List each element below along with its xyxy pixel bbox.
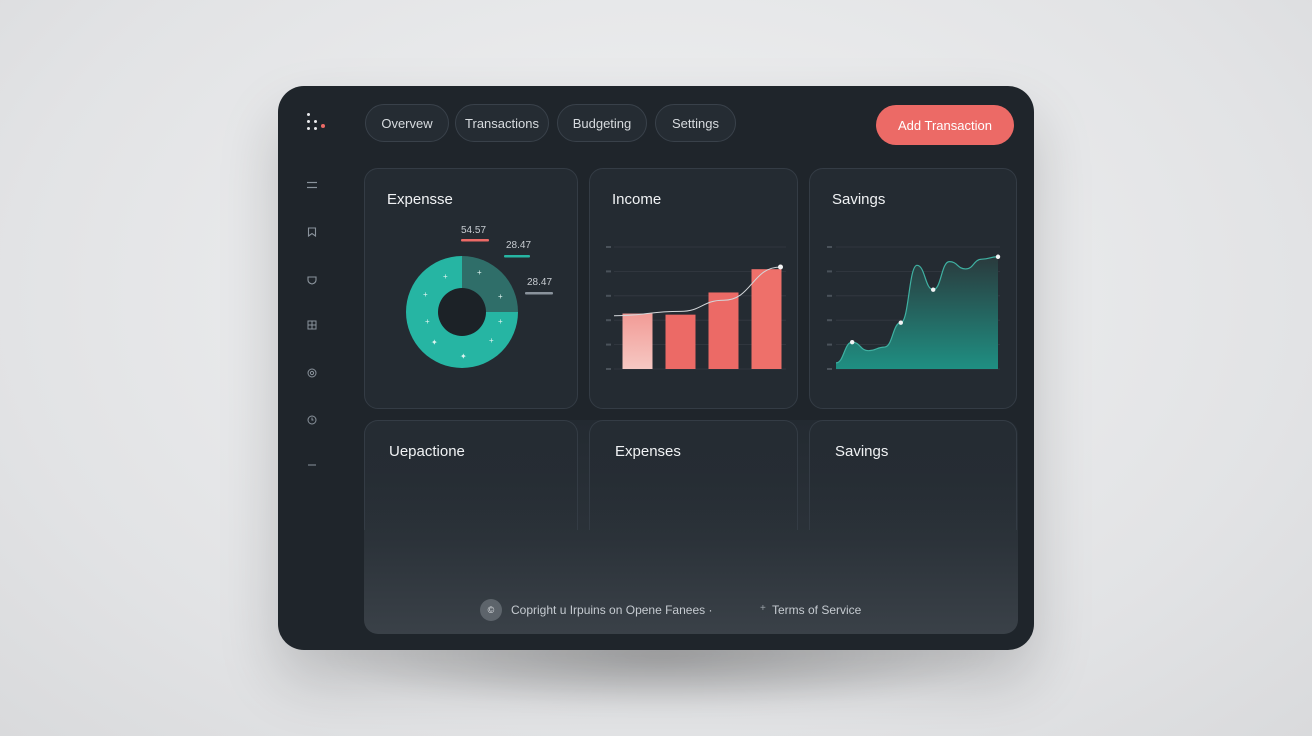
savings-tick [827, 246, 832, 248]
income-tick [606, 368, 611, 370]
expenses-bottom-card-title: Expenses [615, 443, 681, 460]
income-bar-4 [751, 269, 782, 369]
income-tick [606, 270, 611, 273]
income-bar-1 [622, 313, 653, 369]
savings-point [995, 254, 1001, 259]
target-icon[interactable] [304, 365, 320, 381]
transactions-card-title: Uepactione [389, 443, 465, 460]
minus-icon[interactable] [304, 457, 320, 473]
tab-transactions[interactable]: Transactions [455, 104, 549, 142]
income-tick [606, 343, 611, 346]
income-trend-endpoint [778, 264, 783, 270]
savings-area-fill [836, 256, 998, 369]
income-tick [606, 294, 611, 297]
income-card: Income [589, 168, 798, 409]
svg-text:+: + [489, 336, 494, 345]
income-tick [606, 319, 611, 322]
expenses-card: Expensse 54.57 28.47 28.47 + + + + + + ✦ ✦ + [364, 168, 578, 409]
savings-area-chart [827, 246, 1001, 370]
savings-tick [827, 270, 832, 273]
legend-value-3: 28.47 [527, 277, 552, 288]
tab-overview[interactable]: Overvew [365, 104, 449, 142]
legend-swatch-1 [461, 239, 489, 242]
svg-text:+: + [477, 268, 482, 277]
sidebar [278, 86, 348, 650]
bookmark-icon[interactable] [304, 224, 320, 240]
donut-hole [438, 288, 486, 336]
svg-text:+: + [423, 290, 428, 299]
legend-swatch-3 [525, 292, 553, 295]
svg-text:+: + [443, 272, 448, 281]
expenses-bottom-card: Expenses [589, 420, 798, 530]
income-bar-3 [708, 292, 739, 369]
app-window: Overvew Transactions Budgeting Settings … [278, 86, 1034, 650]
add-transaction-button[interactable]: Add Transaction [876, 105, 1014, 145]
transactions-card: Uepactione [364, 420, 578, 530]
income-tick [606, 246, 611, 248]
legend-value-1: 54.57 [461, 225, 486, 236]
svg-text:+: + [498, 317, 503, 326]
copyright-icon: © [480, 599, 502, 621]
footer-separator: + [760, 603, 766, 614]
savings-point [898, 320, 903, 325]
footer-copyright: Copright u Irpuins on Opene Fanees · [511, 603, 713, 617]
svg-text:✦: ✦ [460, 352, 467, 361]
expenses-donut-chart: 54.57 28.47 28.47 + + + + + + ✦ ✦ + [406, 225, 553, 368]
svg-text:+: + [498, 292, 503, 301]
savings-tick [827, 294, 832, 297]
legend-swatch-2 [504, 255, 530, 258]
savings-point [850, 339, 855, 345]
savings-tick [827, 319, 832, 322]
clock-icon[interactable] [304, 412, 320, 428]
income-bar-chart [606, 246, 786, 370]
logo [306, 112, 330, 136]
tab-settings[interactable]: Settings [655, 104, 736, 142]
menu-icon[interactable] [304, 177, 320, 193]
savings-bottom-card-title: Savings [835, 443, 889, 460]
income-bar-2 [665, 314, 696, 369]
savings-card: Savings [809, 168, 1017, 409]
savings-tick [827, 368, 832, 370]
svg-text:+: + [425, 317, 430, 326]
grid-icon[interactable] [304, 317, 320, 333]
legend-value-2: 28.47 [506, 240, 531, 251]
savings-tick [827, 343, 832, 346]
svg-text:✦: ✦ [431, 338, 438, 347]
footer: © Copright u Irpuins on Opene Fanees · +… [278, 598, 1034, 622]
savings-point [931, 287, 936, 292]
shield-icon[interactable] [304, 272, 320, 288]
savings-bottom-card: Savings [809, 420, 1017, 530]
tab-budgeting[interactable]: Budgeting [557, 104, 647, 142]
terms-of-service-link[interactable]: Terms of Service [772, 603, 861, 617]
